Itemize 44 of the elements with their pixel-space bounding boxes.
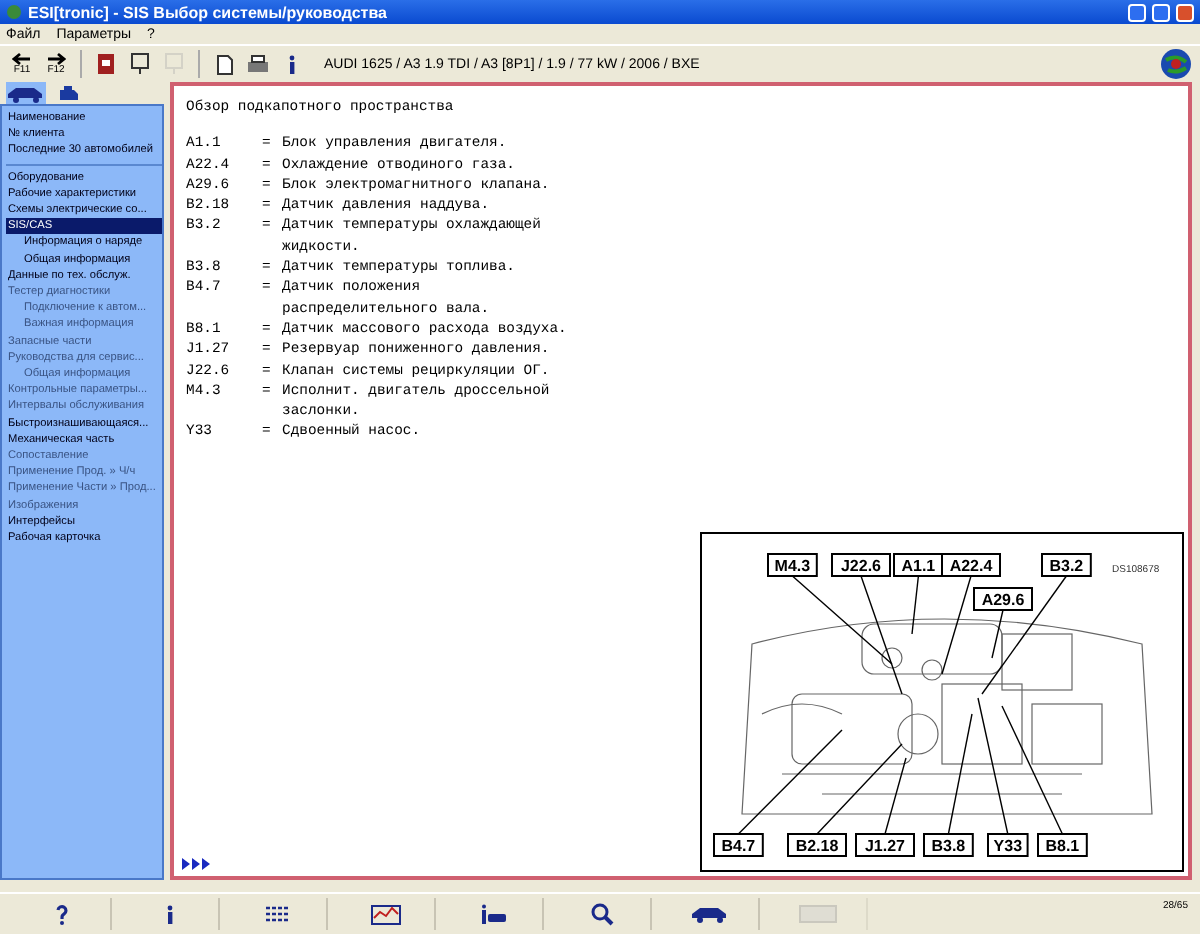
callout-label: M4.3 bbox=[767, 553, 818, 577]
right-arrow-icon bbox=[46, 52, 66, 66]
callout-label: J1.27 bbox=[855, 833, 915, 857]
tester-icon bbox=[164, 52, 184, 76]
minimize-button[interactable] bbox=[1128, 3, 1146, 21]
document-icon bbox=[215, 53, 233, 75]
list-icon bbox=[263, 903, 291, 925]
engine-icon bbox=[56, 84, 80, 102]
left-arrow-icon bbox=[12, 52, 32, 66]
callout-label: B4.7 bbox=[713, 833, 764, 857]
callout-label: A1.1 bbox=[893, 553, 944, 577]
info-icon bbox=[163, 903, 175, 925]
toolbar-button[interactable] bbox=[92, 48, 120, 80]
callout-label: Y33 bbox=[987, 833, 1029, 857]
leader-line bbox=[947, 713, 973, 835]
info-icon bbox=[286, 53, 298, 75]
book-icon bbox=[96, 52, 116, 76]
leader-line bbox=[737, 729, 843, 835]
callout-label: B3.8 bbox=[923, 833, 974, 857]
callout-label: A29.6 bbox=[973, 587, 1033, 611]
chart-icon bbox=[369, 903, 401, 925]
next-pages-icon[interactable] bbox=[182, 858, 210, 870]
search-icon bbox=[589, 902, 613, 926]
callout-label: A22.4 bbox=[941, 553, 1001, 577]
callout-label: B8.1 bbox=[1037, 833, 1088, 857]
car-icon bbox=[6, 83, 46, 103]
close-button[interactable] bbox=[1176, 3, 1194, 21]
tester-icon bbox=[130, 52, 150, 76]
callout-label: B2.18 bbox=[787, 833, 847, 857]
car-icon bbox=[689, 904, 729, 924]
leader-line bbox=[911, 575, 920, 635]
leader-line bbox=[941, 575, 972, 675]
maximize-button[interactable] bbox=[1152, 3, 1170, 21]
globe-icon bbox=[6, 4, 22, 20]
help-icon bbox=[53, 903, 69, 925]
callout-label: J22.6 bbox=[831, 553, 891, 577]
globe-icon bbox=[1160, 48, 1192, 80]
printer-icon bbox=[246, 54, 270, 74]
info-car-icon bbox=[479, 903, 507, 925]
window-title: ESI[tronic] - SIS Выбор системы/руководства bbox=[28, 3, 389, 21]
sidebar-tab[interactable] bbox=[6, 82, 46, 104]
toolbar-button[interactable] bbox=[126, 48, 154, 80]
screen-icon bbox=[797, 904, 837, 924]
callout-label: B3.2 bbox=[1041, 553, 1092, 577]
